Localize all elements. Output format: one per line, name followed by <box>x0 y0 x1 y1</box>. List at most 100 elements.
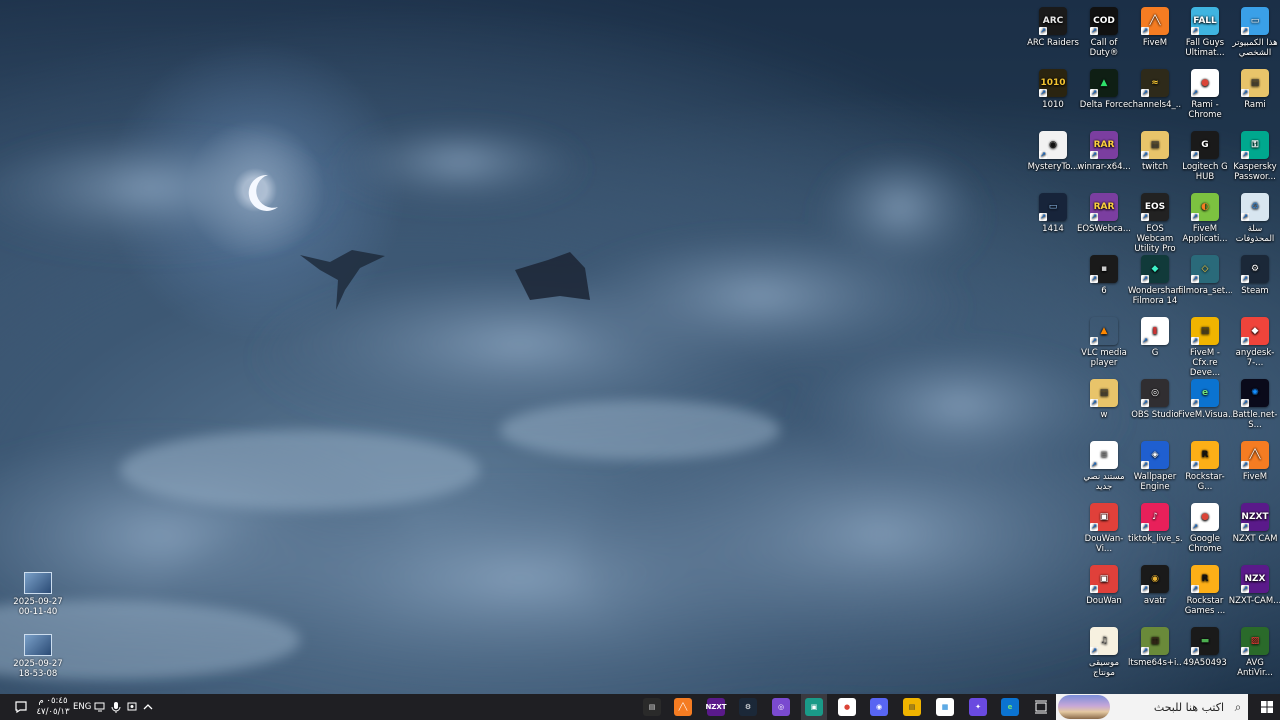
desktop-icon[interactable]: COD ↗ Call of Duty® <box>1077 3 1131 58</box>
shortcut-arrow-icon: ↗ <box>1191 275 1199 283</box>
store-button[interactable]: ▦ <box>932 694 958 720</box>
desktop-icon[interactable]: ╱╲ ↗ FiveM <box>1228 437 1280 482</box>
desktop-icon[interactable]: ▤ ↗ twitch <box>1128 127 1182 172</box>
menu-app-button[interactable]: ▤ <box>639 694 665 720</box>
desktop-icon[interactable]: ▲ ↗ VLC media player <box>1077 313 1131 368</box>
image-icon: ▬ ↗ <box>1191 627 1219 655</box>
desktop-icon[interactable]: ≈ ↗ channels4_... <box>1128 65 1182 110</box>
desktop-icon[interactable]: ▬ ↗ 49A50493 <box>1178 623 1232 668</box>
desktop-icon[interactable]: ♪↗ tiktok_live_s... <box>1128 499 1182 544</box>
desktop-icon[interactable]: ◉ ↗ avatr <box>1128 561 1182 606</box>
shortcut-arrow-icon: ↗ <box>1191 151 1199 159</box>
screenshot-file-1[interactable]: 2025-09-27 00-11-40 <box>13 572 63 617</box>
shortcut-arrow-icon: ↗ <box>1039 151 1047 159</box>
desktop-icon[interactable]: ▭ ↗ 1414 <box>1026 189 1080 234</box>
desktop-icon[interactable]: ● ↗ Rami - Chrome <box>1178 65 1232 120</box>
desktop-icon-label: AVG AntiVir... <box>1237 658 1273 678</box>
desktop-icon[interactable]: NZX ↗ NZXT-CAM... <box>1228 561 1280 606</box>
desktop-icon[interactable]: NZXT ↗ NZXT CAM <box>1228 499 1280 544</box>
minecraft-icon: ▦ ↗ <box>1141 627 1169 655</box>
desktop-icon[interactable]: ARC ↗ ARC Raiders <box>1026 3 1080 48</box>
desktop-icon[interactable]: 1010 ↗ 1010 <box>1026 65 1080 110</box>
start-button[interactable] <box>1254 694 1280 720</box>
fivem-taskbar-button[interactable]: ╱╲ <box>670 694 696 720</box>
desktop-icon-label: Fall Guys Ultimat... <box>1185 38 1225 58</box>
file-explorer-button[interactable]: ▤ <box>899 694 925 720</box>
language-label: ENG <box>73 702 92 712</box>
desktop-icon[interactable]: R ↗ Rockstar-G... <box>1178 437 1232 492</box>
desktop-icon[interactable]: ♫ ↗ موسيقى مونتاج <box>1077 623 1131 678</box>
desktop-icon[interactable]: ◆ ↗ Wondershare Filmora 14 <box>1128 251 1182 306</box>
desktop-icon-label: Battle.net-S... <box>1232 410 1278 430</box>
rockstar-icon: R ↗ <box>1191 441 1219 469</box>
device-icon <box>127 702 137 711</box>
obs-taskbar-button[interactable]: ◎ <box>768 694 794 720</box>
desktop-icon[interactable]: ▤ ↗ w <box>1077 375 1131 420</box>
nzxt-taskbar-button[interactable]: NZXT <box>703 694 729 720</box>
arc-raiders-icon: ARC ↗ <box>1039 7 1067 35</box>
desktop-icon[interactable]: ▦ ↗ ltsme64s+i... <box>1128 623 1182 668</box>
app-taskbar-button[interactable]: ▣ <box>801 694 827 720</box>
obs-taskbar-icon: ◎ <box>772 698 790 716</box>
desktop-icon[interactable]: ≡ ↗ مستند نصي جديد <box>1077 437 1131 492</box>
desktop-icon[interactable]: RAR ↗ EOSWebca... <box>1077 189 1131 234</box>
task-view-button[interactable] <box>1028 694 1054 720</box>
chrome-taskbar-button[interactable]: ● <box>834 694 860 720</box>
desktop-icon[interactable]: ◆ ↗ anydesk-7-... <box>1228 313 1280 368</box>
desktop-icon-label: DouWan-Vi... <box>1084 534 1124 554</box>
desktop-icon[interactable]: RAR ↗ winrar-x64... <box>1077 127 1131 172</box>
wallpaper-engine-icon: ◈ ↗ <box>1141 441 1169 469</box>
discord-taskbar-button[interactable]: ◉ <box>866 694 892 720</box>
desktop-icon[interactable]: ▣ ↗ DouWan <box>1077 561 1131 606</box>
fivem-icon: ╱╲ ↗ <box>1141 7 1169 35</box>
desktop-icon-label: 6 <box>1101 286 1107 296</box>
desktop-icon[interactable]: ● ↗ Google Chrome <box>1178 499 1232 554</box>
desktop-icon[interactable]: ╱╲ ↗ FiveM <box>1128 3 1182 48</box>
shortcut-arrow-icon: ↗ <box>1090 461 1098 469</box>
desktop-icon[interactable]: ✺ ↗ Battle.net-S... <box>1228 375 1280 430</box>
desktop-icon[interactable]: ⚙ ↗ Steam <box>1228 251 1280 296</box>
desktop-icon[interactable]: ♻ ↗ سلة المحذوفات <box>1228 189 1280 244</box>
language-indicator[interactable]: ENG <box>73 694 91 720</box>
desktop-icon[interactable]: ◐ ↗ FiveM Applicati... <box>1178 189 1232 244</box>
edge-taskbar-button[interactable]: e <box>997 694 1023 720</box>
search-box[interactable]: اكتب هنا للبحث ⌕ <box>1056 694 1248 720</box>
desktop-icon[interactable]: ▭ ↗ هذا الكمبيوتر الشخصي <box>1228 3 1280 58</box>
desktop-icon[interactable]: ▤ ↗ FiveM - Cfx.re Deve... <box>1178 313 1232 378</box>
nzxt-icon: NZX ↗ <box>1241 565 1269 593</box>
desktop-icon[interactable]: ▮ ↗ G <box>1128 313 1182 358</box>
desktop-icon[interactable]: ◇ ↗ filmora_set... <box>1178 251 1232 296</box>
desktop-icon[interactable]: ◎ ↗ OBS Studio <box>1128 375 1182 420</box>
desktop-icon[interactable]: ▤ ↗ Rami <box>1228 65 1280 110</box>
search-highlight-image <box>1058 695 1110 719</box>
user-folder-icon: ▤ ↗ <box>1241 69 1269 97</box>
show-hidden-icons-button[interactable] <box>138 694 158 720</box>
desktop-icon[interactable]: G ↗ Logitech G HUB <box>1178 127 1232 182</box>
desktop-icon[interactable]: ▪ ↗ 6 <box>1077 251 1131 296</box>
desktop-icon-label: VLC media player <box>1081 348 1127 368</box>
clock[interactable]: ٠٥:٤٥ م ٤٧/٠٥/١٣ <box>36 694 70 720</box>
desktop-icon[interactable]: ◈ ↗ Wallpaper Engine <box>1128 437 1182 492</box>
desktop-icon[interactable]: EOS ↗ EOS Webcam Utility Pro <box>1128 189 1182 254</box>
desktop-icon[interactable]: R ↗ Rockstar Games ... <box>1178 561 1232 616</box>
desktop-icon[interactable]: ▣ ↗ DouWan-Vi... <box>1077 499 1131 554</box>
shortcut-arrow-icon: ↗ <box>1090 213 1098 221</box>
screenshot-file-2[interactable]: 2025-09-27 18-53-08 <box>13 634 63 679</box>
file-label: 2025-09-27 18-53-08 <box>13 659 63 679</box>
desktop-icon[interactable]: ▲ ↗ Delta Force <box>1077 65 1131 110</box>
desktop-icon[interactable]: e ↗ FiveM.Visua... <box>1178 375 1232 420</box>
desktop-icon-label: FiveM.Visua... <box>1178 410 1232 420</box>
shortcut-arrow-icon: ↗ <box>1090 89 1098 97</box>
desktop-icon-label: tiktok_live_s... <box>1128 534 1182 544</box>
steam-taskbar-icon: ⚙ <box>739 698 757 716</box>
desktop-icon[interactable]: ▨ ↗ AVG AntiVir... <box>1228 623 1280 678</box>
desktop-icon[interactable]: ⚿ ↗ Kaspersky Passwor... <box>1228 127 1280 182</box>
file-label: 2025-09-27 00-11-40 <box>13 597 63 617</box>
desktop-icon[interactable]: FALL ↗ Fall Guys Ultimat... <box>1178 3 1232 58</box>
logitech-icon: G ↗ <box>1191 131 1219 159</box>
steam-taskbar-button[interactable]: ⚙ <box>735 694 761 720</box>
copilot-button[interactable]: ✦ <box>965 694 991 720</box>
notification-center-button[interactable] <box>8 694 34 720</box>
store-icon: ▦ <box>936 698 954 716</box>
desktop-icon[interactable]: ◉ ↗ MysteryTo... <box>1026 127 1080 172</box>
